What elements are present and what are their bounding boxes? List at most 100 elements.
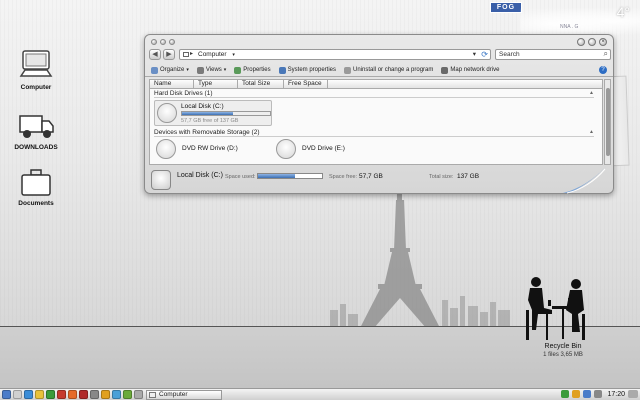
space-used-label: Space used: bbox=[225, 174, 256, 180]
forward-button[interactable]: ▶ bbox=[163, 49, 175, 60]
column-name[interactable]: Name bbox=[150, 80, 194, 88]
minimize-icon[interactable] bbox=[577, 38, 585, 46]
window-controls: × bbox=[577, 38, 607, 46]
system-tray: 17:20 bbox=[561, 390, 638, 398]
details-usage-bar bbox=[257, 173, 323, 179]
desktop-icon-computer[interactable]: Computer bbox=[6, 48, 66, 91]
toolbar-map-network-drive[interactable]: Map network drive bbox=[441, 66, 499, 74]
maximize-icon[interactable] bbox=[588, 38, 596, 46]
mail-icon[interactable] bbox=[24, 390, 33, 399]
drive-name: DVD Drive (E:) bbox=[302, 145, 345, 152]
app-gray-icon[interactable] bbox=[90, 390, 99, 399]
show-desktop-icon[interactable] bbox=[628, 390, 638, 398]
total-size-label: Total size: bbox=[429, 174, 454, 180]
toolbar-organize[interactable]: Organize ▾ bbox=[151, 66, 189, 74]
back-button[interactable]: ◀ bbox=[149, 49, 161, 60]
app-yellow-icon[interactable] bbox=[101, 390, 110, 399]
close-icon[interactable]: × bbox=[599, 38, 607, 46]
hard-disk-icon bbox=[151, 170, 171, 190]
app-blue-icon[interactable] bbox=[112, 390, 121, 399]
drive-local-disk-c[interactable]: Local Disk (C:) 57,7 GB free of 137 GB bbox=[154, 100, 272, 126]
vertical-scrollbar[interactable] bbox=[604, 79, 611, 165]
address-bar[interactable]: ▸ Computer ▾ ▾ ⟳ bbox=[179, 49, 491, 60]
drive-dvd-rw-d[interactable]: DVD RW Drive (D:) bbox=[156, 139, 266, 161]
group-title: Devices with Removable Storage (2) bbox=[154, 129, 260, 136]
total-size-value: 137 GB bbox=[457, 173, 480, 180]
column-free-space[interactable]: Free Space bbox=[284, 80, 328, 88]
group-hard-disks[interactable]: Hard Disk Drives (1) ▲ bbox=[154, 90, 594, 98]
recycle-bin-icon bbox=[526, 277, 585, 340]
start-icon[interactable] bbox=[2, 390, 11, 399]
drive-name: DVD RW Drive (D:) bbox=[182, 145, 238, 152]
desktop-icon-downloads[interactable]: DOWNLOADS bbox=[6, 112, 66, 151]
column-type[interactable]: Type bbox=[194, 80, 238, 88]
app-green-icon[interactable] bbox=[46, 390, 55, 399]
refresh-icon[interactable]: ⟳ bbox=[481, 50, 488, 59]
dvd-drive-icon bbox=[276, 139, 296, 159]
address-dropdown-icon[interactable]: ▾ bbox=[473, 50, 476, 59]
details-drive-name: Local Disk (C:) bbox=[177, 172, 223, 179]
tray-shield-icon[interactable] bbox=[561, 390, 570, 398]
toolbar-label: Organize bbox=[160, 67, 185, 73]
chevron-down-icon: ▾ bbox=[186, 67, 189, 73]
toolbar-label: Uninstall or change a program bbox=[353, 67, 434, 73]
toolbar-label: System properties bbox=[287, 67, 337, 73]
toolbar-properties[interactable]: Properties bbox=[234, 66, 271, 74]
details-usage-fill bbox=[258, 174, 296, 178]
app-red-icon[interactable] bbox=[57, 390, 66, 399]
app-lime-icon[interactable] bbox=[123, 390, 132, 399]
toolbar-uninstall[interactable]: Uninstall or change a program bbox=[344, 66, 434, 74]
group-title: Hard Disk Drives (1) bbox=[154, 90, 213, 97]
dvd-drive-icon bbox=[156, 139, 176, 159]
window-dot-icon[interactable] bbox=[151, 39, 157, 45]
desktop-icon-documents[interactable]: Documents bbox=[6, 168, 66, 207]
media-icon[interactable] bbox=[79, 390, 88, 399]
group-removable[interactable]: Devices with Removable Storage (2) ▲ bbox=[154, 129, 594, 137]
search-input[interactable]: Search ⌕ bbox=[495, 49, 611, 60]
toolbar-label: Properties bbox=[243, 67, 271, 73]
desktop-icon-recycle-bin[interactable]: Recycle Bin 1 files 3,65 MB bbox=[508, 270, 618, 362]
window-dot-icon[interactable] bbox=[160, 39, 166, 45]
drive-usage-bar bbox=[181, 111, 271, 116]
collapse-icon[interactable]: ▲ bbox=[589, 90, 594, 96]
help-icon[interactable]: ? bbox=[599, 66, 607, 74]
folder-icon[interactable] bbox=[35, 390, 44, 399]
recycle-bin-label: Recycle Bin bbox=[544, 343, 582, 350]
drive-name: Local Disk (C:) bbox=[181, 103, 224, 110]
address-text: Computer bbox=[198, 51, 227, 58]
chevron-down-icon: ▾ bbox=[223, 67, 227, 73]
toolbar-system-properties[interactable]: System properties bbox=[278, 66, 337, 74]
search-icon[interactable]: ⌕ bbox=[604, 49, 608, 58]
truck-icon bbox=[19, 115, 54, 138]
volume-icon[interactable] bbox=[594, 390, 603, 398]
window-dot-icon[interactable] bbox=[169, 39, 175, 45]
explorer-window[interactable]: × ◀ ▶ ▸ Computer ▾ ▾ ⟳ Search ⌕ Organize… bbox=[144, 34, 614, 194]
toolbar-label: Views bbox=[205, 67, 222, 73]
briefcase-icon bbox=[21, 169, 51, 196]
column-total-size[interactable]: Total Size bbox=[238, 80, 284, 88]
computer-small-icon bbox=[149, 392, 156, 398]
drive-dvd-e[interactable]: DVD Drive (E:) bbox=[276, 139, 386, 161]
breadcrumb-dropdown-icon[interactable]: ▾ bbox=[232, 52, 235, 58]
desktop-icon-label: Documents bbox=[18, 200, 54, 207]
collapse-icon[interactable]: ▲ bbox=[589, 129, 594, 135]
task-label: Computer bbox=[159, 391, 188, 398]
recycle-bin-info: 1 files 3,65 MB bbox=[543, 352, 583, 358]
toolbar-views[interactable]: Views ▾ bbox=[196, 66, 227, 74]
app-silver-icon[interactable] bbox=[134, 390, 143, 399]
drive-free-text: 57,7 GB free of 137 GB bbox=[181, 118, 239, 124]
clock[interactable]: 17:20 bbox=[607, 391, 625, 398]
desktop-icon-label: Computer bbox=[20, 84, 52, 91]
taskbar-button-computer[interactable]: Computer bbox=[146, 390, 222, 400]
organize-icon bbox=[151, 66, 158, 74]
details-pane: Local Disk (C:) Space used: Space free: … bbox=[149, 169, 609, 191]
hard-disk-icon bbox=[157, 103, 177, 123]
breadcrumb-arrow-icon[interactable]: ▸ bbox=[190, 50, 193, 59]
quick-launch bbox=[2, 390, 143, 399]
browser-icon[interactable] bbox=[68, 390, 77, 399]
scrollbar-thumb[interactable] bbox=[606, 88, 610, 156]
network-icon[interactable] bbox=[583, 390, 592, 398]
tray-app-icon[interactable] bbox=[572, 390, 581, 398]
space-free-label: Space free: bbox=[329, 174, 358, 180]
desktop-icon[interactable] bbox=[13, 390, 22, 399]
